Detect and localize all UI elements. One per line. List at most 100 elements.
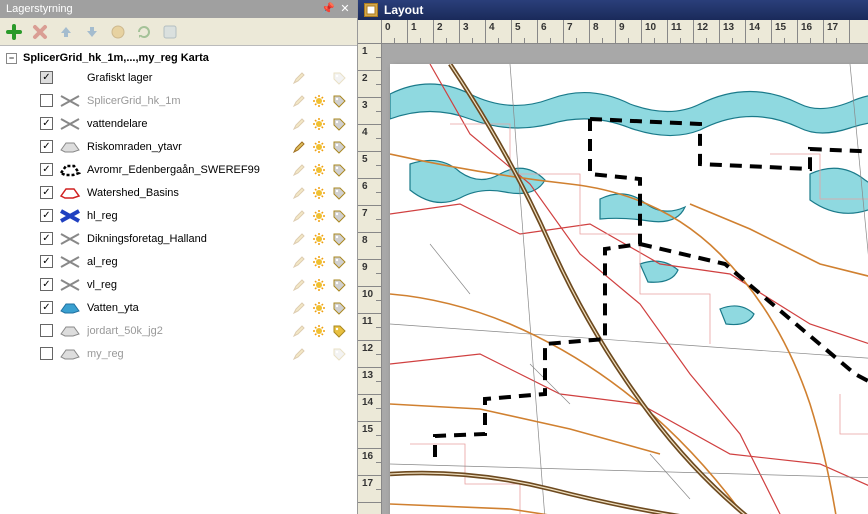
tree-root[interactable]: − SplicerGrid_hk_1m,...,my_reg Karta <box>0 50 357 66</box>
panel-titlebar: Lagerstyrning 📌 ✕ <box>0 0 357 18</box>
layer-row[interactable]: vl_reg <box>0 273 357 296</box>
style-icon[interactable] <box>311 208 327 224</box>
edit-icon[interactable] <box>291 116 307 132</box>
layer-visibility-checkbox[interactable] <box>40 209 53 222</box>
layer-visibility-checkbox[interactable] <box>40 140 53 153</box>
tag-icon[interactable] <box>331 346 347 362</box>
tag-icon[interactable] <box>331 139 347 155</box>
layer-action-icons <box>291 185 357 201</box>
layer-visibility-checkbox[interactable] <box>40 347 53 360</box>
map-viewport[interactable] <box>382 44 868 514</box>
tag-icon[interactable] <box>331 70 347 86</box>
style-icon[interactable] <box>311 185 327 201</box>
layer-visibility-checkbox[interactable] <box>40 186 53 199</box>
layer-row[interactable]: al_reg <box>0 250 357 273</box>
layer-name-label: Watershed_Basins <box>87 187 285 199</box>
layer-row[interactable]: vattendelare <box>0 112 357 135</box>
layer-name-label: my_reg <box>87 348 285 360</box>
edit-icon[interactable] <box>291 323 307 339</box>
style-icon[interactable] <box>311 162 327 178</box>
layer-row[interactable]: jordart_50k_jg2 <box>0 319 357 342</box>
collapse-icon[interactable]: − <box>6 53 17 64</box>
tag-icon[interactable] <box>331 93 347 109</box>
style-icon[interactable] <box>311 254 327 270</box>
style-icon[interactable] <box>311 277 327 293</box>
layer-visibility-checkbox[interactable] <box>40 117 53 130</box>
edit-icon[interactable] <box>291 346 307 362</box>
edit-icon[interactable] <box>291 185 307 201</box>
edit-icon[interactable] <box>291 162 307 178</box>
layer-visibility-checkbox[interactable] <box>40 324 53 337</box>
tag-icon[interactable] <box>331 254 347 270</box>
layer-row[interactable]: my_reg <box>0 342 357 365</box>
move-up-button[interactable] <box>56 22 76 42</box>
style-icon[interactable] <box>311 231 327 247</box>
ruler-tick: 14 <box>358 395 382 422</box>
style-icon[interactable] <box>311 116 327 132</box>
edit-icon[interactable] <box>291 254 307 270</box>
properties-button[interactable] <box>160 22 180 42</box>
layer-panel: Lagerstyrning 📌 ✕ − SplicerGr <box>0 0 358 514</box>
edit-icon[interactable] <box>291 300 307 316</box>
tag-icon[interactable] <box>331 231 347 247</box>
layer-action-icons <box>291 93 357 109</box>
pin-icon[interactable]: 📌 <box>321 3 333 15</box>
layer-visibility-checkbox[interactable] <box>40 301 53 314</box>
ruler-tick: 14 <box>746 20 772 44</box>
layer-symbol-icon <box>59 232 81 246</box>
layer-action-icons <box>291 162 357 178</box>
layer-row[interactable]: Avromr_Edenbergaån_SWEREF99 <box>0 158 357 181</box>
layer-visibility-checkbox[interactable] <box>40 232 53 245</box>
ruler-tick: 4 <box>358 125 382 152</box>
layer-row[interactable]: Watershed_Basins <box>0 181 357 204</box>
move-down-button[interactable] <box>82 22 102 42</box>
ruler-tick: 9 <box>616 20 642 44</box>
edit-icon[interactable] <box>291 93 307 109</box>
layer-row[interactable]: SplicerGrid_hk_1m <box>0 89 357 112</box>
edit-icon[interactable] <box>291 231 307 247</box>
ruler-tick: 16 <box>798 20 824 44</box>
edit-icon[interactable] <box>291 70 307 86</box>
layer-visibility-checkbox[interactable] <box>40 71 53 84</box>
tree-root-label: SplicerGrid_hk_1m,...,my_reg Karta <box>23 52 209 64</box>
ruler-tick: 9 <box>358 260 382 287</box>
close-icon[interactable]: ✕ <box>339 3 351 15</box>
remove-layer-button[interactable] <box>30 22 50 42</box>
style-icon[interactable] <box>311 93 327 109</box>
map-page <box>390 64 868 514</box>
layer-name-label: Vatten_yta <box>87 302 285 314</box>
layer-visibility-checkbox[interactable] <box>40 94 53 107</box>
ruler-tick: 10 <box>642 20 668 44</box>
tag-icon[interactable] <box>331 208 347 224</box>
layer-symbol-icon <box>59 94 81 108</box>
layer-visibility-checkbox[interactable] <box>40 278 53 291</box>
edit-icon[interactable] <box>291 277 307 293</box>
style-icon[interactable] <box>311 139 327 155</box>
style-icon[interactable] <box>311 300 327 316</box>
add-layer-button[interactable] <box>4 22 24 42</box>
layout-title: Layout <box>384 3 423 17</box>
style-icon[interactable] <box>311 323 327 339</box>
ruler-tick: 3 <box>358 98 382 125</box>
layer-tree: − SplicerGrid_hk_1m,...,my_reg Karta Gra… <box>0 46 357 514</box>
globe-button[interactable] <box>108 22 128 42</box>
layer-row[interactable]: Grafiskt lager <box>0 66 357 89</box>
edit-icon[interactable] <box>291 139 307 155</box>
edit-icon[interactable] <box>291 208 307 224</box>
tag-icon[interactable] <box>331 162 347 178</box>
tag-icon[interactable] <box>331 323 347 339</box>
tag-icon[interactable] <box>331 185 347 201</box>
tag-icon[interactable] <box>331 277 347 293</box>
ruler-tick: 7 <box>564 20 590 44</box>
layer-name-label: Dikningsforetag_Halland <box>87 233 285 245</box>
layer-row[interactable]: Riskomraden_ytavr <box>0 135 357 158</box>
tag-icon[interactable] <box>331 116 347 132</box>
layer-visibility-checkbox[interactable] <box>40 163 53 176</box>
layer-row[interactable]: Vatten_yta <box>0 296 357 319</box>
layer-row[interactable]: hl_reg <box>0 204 357 227</box>
layer-visibility-checkbox[interactable] <box>40 255 53 268</box>
ruler-tick: 12 <box>358 341 382 368</box>
layer-row[interactable]: Dikningsforetag_Halland <box>0 227 357 250</box>
refresh-button[interactable] <box>134 22 154 42</box>
tag-icon[interactable] <box>331 300 347 316</box>
